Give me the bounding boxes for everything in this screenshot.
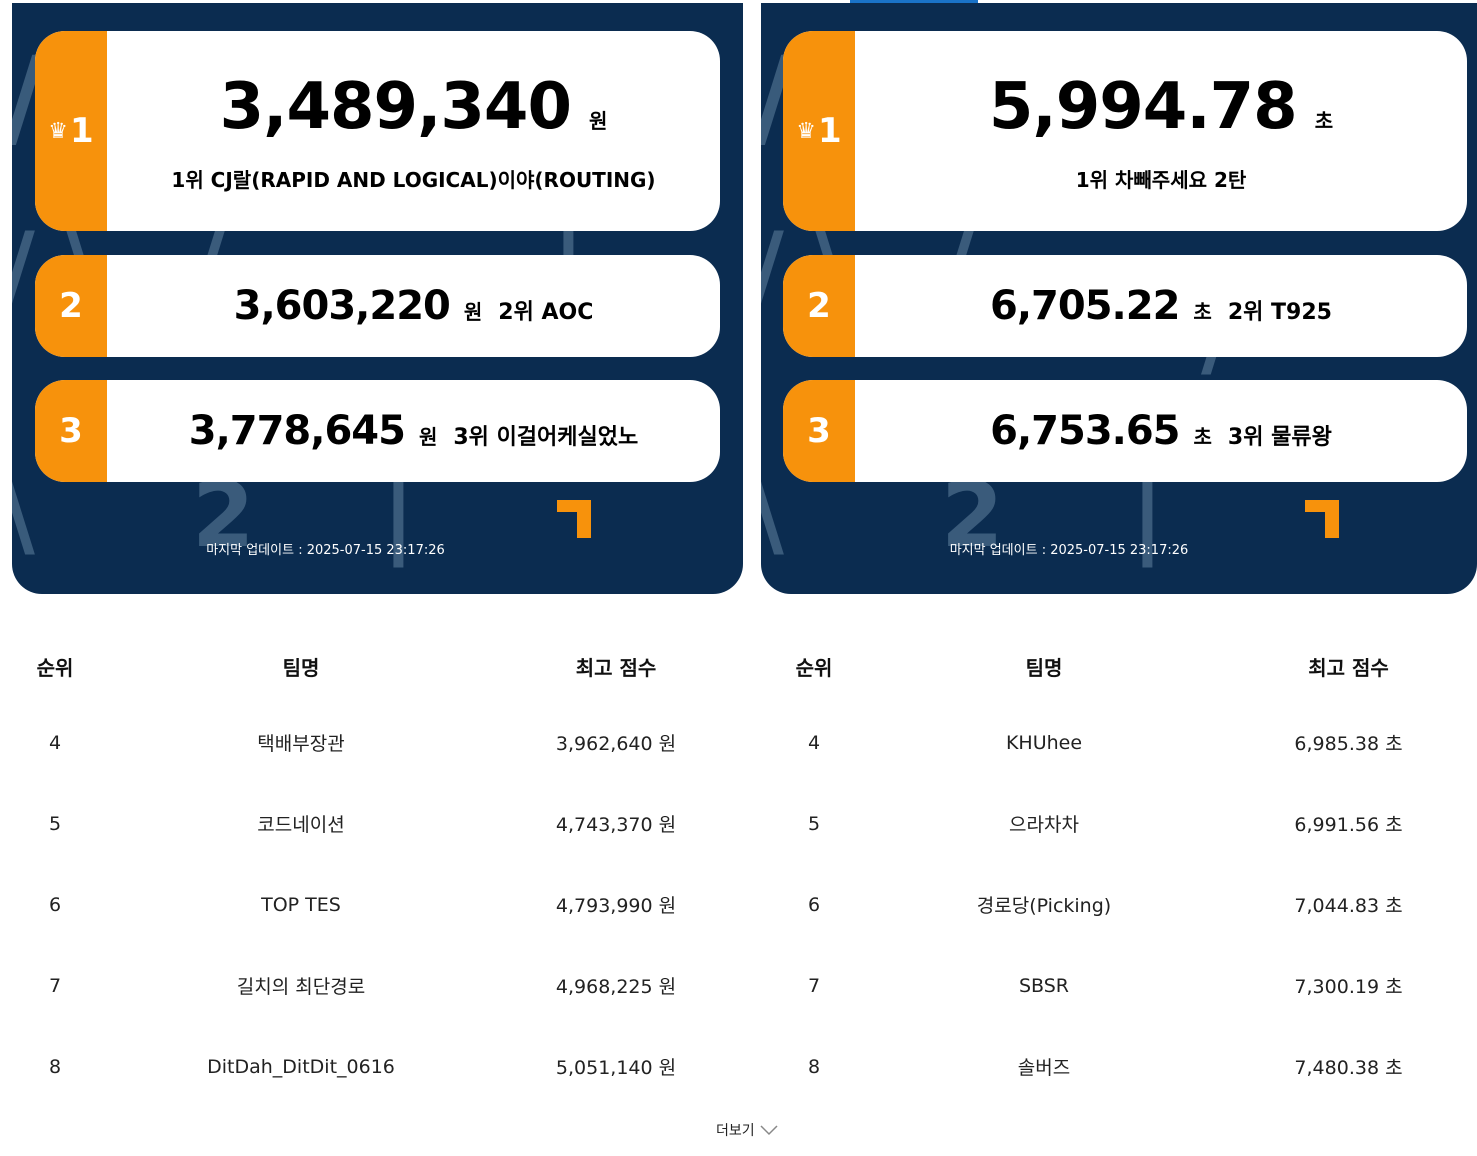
last-updated-text: 마지막 업데이트 : 2025-07-15 23:17:26 — [949, 543, 1189, 558]
table-row: 6 TOP TES 4,793,990 원 — [0, 864, 740, 945]
rank-card-1: ♛ 1 3,489,340 원 1위 CJ랄(RAPID AND LOGICAL)… — [35, 31, 720, 231]
row-team: 코드네이션 — [257, 814, 345, 836]
rank-card-2: 2 3,603,220 원 2위 AOC — [35, 255, 720, 357]
show-more-label: 더보기 — [716, 1123, 755, 1139]
score-value: 3,778,645 — [188, 408, 406, 454]
team-name: 3위 이걸어케실었노 — [453, 425, 639, 450]
table-row: 7 길치의 최단경로 4,968,225 원 — [0, 945, 740, 1026]
column-header-rank: 순위 — [36, 655, 74, 680]
score-unit: 초 — [1193, 425, 1212, 449]
score-value: 3,489,340 — [219, 69, 572, 144]
row-rank: 8 — [48, 1055, 62, 1078]
table-row: 6 경로당(Picking) 7,044.83 초 — [760, 864, 1477, 945]
leaderboard-panel-time: /\ / \ / / \ 2 | ♛1 5,994.78 초 1위 차빼주세요 … — [761, 3, 1477, 594]
score-value: 6,753.65 — [990, 408, 1180, 454]
row-team: DitDah_DitDit_0616 — [207, 1055, 395, 1078]
row-team: 으라차차 — [1009, 814, 1079, 836]
row-rank: 4 — [807, 731, 821, 754]
brand-logo-mark — [1305, 500, 1339, 538]
row-score: 6,991.56 초 — [1294, 814, 1403, 836]
table-row: 8 솔버즈 7,480.38 초 — [760, 1026, 1477, 1107]
score-unit: 초 — [1314, 108, 1334, 133]
row-score: 3,962,640 원 — [555, 733, 677, 755]
column-header-rank: 순위 — [795, 655, 833, 680]
row-score: 6,985.38 초 — [1294, 733, 1403, 755]
team-name: 3위 물류왕 — [1227, 425, 1332, 450]
rank-badge: 3 — [783, 380, 855, 482]
table-header-row: 순위 팀명 최고 점수 — [0, 630, 740, 702]
rank-badge: ♛ 1 — [783, 31, 855, 231]
row-rank: 4 — [48, 731, 62, 754]
rank-card-3: 3 6,753.65 초 3위 물류왕 — [783, 380, 1467, 482]
table-header-row: 순위 팀명 최고 점수 — [760, 630, 1477, 702]
ranking-table-time: 순위 팀명 최고 점수 4 KHUhee 6,985.38 초 5 으라차차 6… — [760, 630, 1477, 1107]
row-rank: 6 — [48, 893, 62, 916]
column-header-team: 팀명 — [282, 655, 320, 680]
row-rank: 5 — [48, 812, 62, 835]
table-row: 4 택배부장관 3,962,640 원 — [0, 702, 740, 783]
table-row: 4 KHUhee 6,985.38 초 — [760, 702, 1477, 783]
rank-badge: 3 — [35, 380, 107, 482]
rank-badge: 2 — [35, 255, 107, 357]
score-unit: 원 — [588, 108, 608, 133]
score-unit: 원 — [463, 300, 483, 324]
rank-badge: 2 — [783, 255, 855, 357]
row-score: 7,044.83 초 — [1294, 895, 1403, 917]
table-row: 5 으라차차 6,991.56 초 — [760, 783, 1477, 864]
score-unit: 초 — [1193, 300, 1212, 324]
row-score: 5,051,140 원 — [555, 1057, 677, 1079]
last-updated-text: 마지막 업데이트 : 2025-07-15 23:17:26 — [206, 543, 445, 558]
row-rank: 8 — [807, 1055, 821, 1078]
column-header-score: 최고 점수 — [575, 655, 657, 680]
column-header-team: 팀명 — [1025, 655, 1063, 680]
table-row: 8 DitDah_DitDit_0616 5,051,140 원 — [0, 1026, 740, 1107]
score-value: 3,603,220 — [233, 283, 451, 329]
rank-badge: ♛ 1 — [35, 31, 107, 231]
team-name: 1위 차빼주세요 2탄 — [1075, 167, 1247, 192]
row-rank: 7 — [48, 974, 62, 997]
row-team: 택배부장관 — [257, 733, 345, 755]
row-team: 길치의 최단경로 — [236, 976, 366, 998]
row-score: 7,480.38 초 — [1294, 1057, 1403, 1079]
score-unit: 원 — [418, 425, 438, 449]
table-row: 5 코드네이션 4,743,370 원 — [0, 783, 740, 864]
row-score: 4,743,370 원 — [555, 814, 677, 836]
row-team: 경로당(Picking) — [976, 895, 1112, 917]
team-name: 2위 AOC — [498, 300, 594, 325]
row-team: TOP TES — [261, 893, 341, 916]
rank-card-3: 3 3,778,645 원 3위 이걸어케실었노 — [35, 380, 720, 482]
crown-icon: ♛ — [48, 118, 69, 144]
score-value: 5,994.78 — [988, 69, 1298, 144]
row-rank: 6 — [807, 893, 821, 916]
rank-card-1: ♛ 1 5,994.78 초 1위 차빼주세요 2탄 — [783, 31, 1467, 231]
row-rank: 7 — [807, 974, 821, 997]
row-team: 솔버즈 — [1017, 1057, 1071, 1079]
row-team: KHUhee — [1005, 731, 1083, 754]
score-value: 6,705.22 — [990, 283, 1180, 329]
crown-icon: ♛ — [796, 118, 817, 144]
ranking-table-cost: 순위 팀명 최고 점수 4 택배부장관 3,962,640 원 5 코드네이션 … — [0, 630, 740, 1107]
show-more-button[interactable]: 더보기 — [716, 1120, 779, 1140]
row-rank: 5 — [807, 812, 821, 835]
chevron-down-icon — [760, 1125, 778, 1136]
leaderboard-panel-cost: /\ / \ / | \ 2 | ♛1 3,489,340 원 1위 CJ랄(R… — [12, 3, 743, 594]
team-name: 1위 CJ랄(RAPID AND LOGICAL)이야(ROUTING) — [171, 167, 656, 192]
row-score: 4,968,225 원 — [555, 976, 677, 998]
row-score: 4,793,990 원 — [555, 895, 677, 917]
row-team: SBSR — [1018, 974, 1070, 997]
row-score: 7,300.19 초 — [1294, 976, 1403, 998]
table-row: 7 SBSR 7,300.19 초 — [760, 945, 1477, 1026]
rank-card-2: 2 6,705.22 초 2위 T925 — [783, 255, 1467, 357]
brand-logo-mark — [557, 500, 591, 538]
team-name: 2위 T925 — [1227, 300, 1332, 325]
column-header-score: 최고 점수 — [1308, 655, 1389, 680]
